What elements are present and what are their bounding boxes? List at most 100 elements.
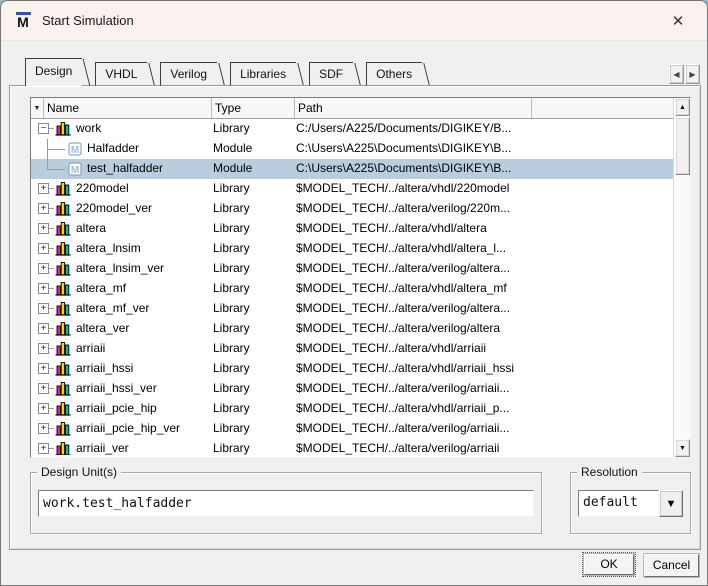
resolution-group: Resolution default ▼: [570, 472, 691, 534]
cell-path: $MODEL_TECH/../altera/verilog/220m...: [296, 201, 670, 215]
table-row[interactable]: + M altera_lnsim Library $MODEL_TECH/../…: [31, 239, 673, 259]
table-row[interactable]: + M arriaii_ver Library $MODEL_TECH/../a…: [31, 439, 673, 455]
column-header-type[interactable]: Type: [212, 98, 295, 118]
table-row[interactable]: + M arriaii_hssi Library $MODEL_TECH/../…: [31, 359, 673, 379]
design-unit-label: Design Unit(s): [37, 465, 121, 479]
tab-bar: Design VHDL Verilog Libraries SDF Others: [25, 58, 435, 86]
ok-button[interactable]: OK: [584, 554, 634, 575]
tree-expander[interactable]: +: [38, 243, 49, 254]
tree-expander[interactable]: +: [38, 323, 49, 334]
cell-name: altera_mf: [76, 281, 211, 295]
cell-type: Library: [213, 181, 293, 195]
column-header-path[interactable]: Path: [295, 98, 532, 118]
cell-type: Module: [213, 161, 293, 175]
tab-vhdl[interactable]: VHDL: [95, 62, 147, 86]
cell-name: arriaii_ver: [76, 441, 211, 455]
library-icon: [55, 441, 71, 455]
tree-expander[interactable]: +: [38, 183, 49, 194]
tree-expander[interactable]: +: [38, 223, 49, 234]
tab-others[interactable]: Others: [366, 62, 422, 86]
filter-icon[interactable]: ▼: [31, 98, 44, 118]
table-row[interactable]: + M arriaii Library $MODEL_TECH/../alter…: [31, 339, 673, 359]
modelsim-logo-icon: M: [14, 12, 32, 30]
tab-verilog[interactable]: Verilog: [160, 62, 217, 86]
cell-name: arriaii_hssi_ver: [76, 381, 211, 395]
table-row[interactable]: M test_halfadder Module C:\Users\A225\Do…: [31, 159, 673, 179]
vertical-scrollbar[interactable]: ▲ ▼: [673, 98, 690, 457]
cell-name: altera: [76, 221, 211, 235]
design-unit-input[interactable]: [38, 490, 534, 517]
design-unit-group: Design Unit(s): [30, 472, 542, 534]
cell-name: Halfadder: [87, 141, 211, 155]
ok-button-focus-ring: OK: [582, 552, 636, 577]
tree-expander[interactable]: +: [38, 443, 49, 454]
close-icon[interactable]: ✕: [663, 9, 693, 33]
table-row[interactable]: + M altera_mf Library $MODEL_TECH/../alt…: [31, 279, 673, 299]
cell-path: $MODEL_TECH/../altera/verilog/altera...: [296, 301, 670, 315]
cell-path: $MODEL_TECH/../altera/verilog/arriaii...: [296, 381, 670, 395]
cell-path: $MODEL_TECH/../altera/verilog/arriaii...: [296, 421, 670, 435]
table-row[interactable]: + M altera_ver Library $MODEL_TECH/../al…: [31, 319, 673, 339]
scroll-up-icon[interactable]: ▲: [675, 98, 690, 116]
tab-sdf[interactable]: SDF: [309, 62, 353, 86]
tab-scroll-left-icon[interactable]: ◀: [669, 64, 684, 84]
tree-expander[interactable]: +: [38, 383, 49, 394]
resolution-value[interactable]: default: [578, 490, 659, 517]
table-row[interactable]: M Halfadder Module C:\Users\A225\Documen…: [31, 139, 673, 159]
library-icon: [55, 281, 71, 297]
tree-expander[interactable]: −: [38, 123, 49, 134]
design-tab-panel: ▼ Name Type Path − M work Library: [9, 85, 701, 550]
cell-name: altera_lnsim: [76, 241, 211, 255]
scroll-down-icon[interactable]: ▼: [675, 439, 690, 457]
resolution-combobox[interactable]: default ▼: [578, 490, 683, 517]
table-row[interactable]: − M work Library C:/Users/A225/Documents…: [31, 119, 673, 139]
svg-text:M: M: [71, 145, 79, 156]
column-header-name[interactable]: Name: [44, 98, 212, 118]
library-icon: [55, 261, 71, 277]
cell-name: altera_mf_ver: [76, 301, 211, 315]
tree-expander[interactable]: +: [38, 263, 49, 274]
tab-scroll-right-icon[interactable]: ▶: [685, 64, 700, 84]
cell-type: Library: [213, 361, 293, 375]
table-row[interactable]: + M altera Library $MODEL_TECH/../altera…: [31, 219, 673, 239]
cell-path: $MODEL_TECH/../altera/vhdl/altera: [296, 221, 670, 235]
tree-expander[interactable]: +: [38, 303, 49, 314]
cell-type: Library: [213, 301, 293, 315]
titlebar: M Start Simulation ✕: [1, 1, 707, 41]
tree-expander[interactable]: +: [38, 203, 49, 214]
table-row[interactable]: + M 220model Library $MODEL_TECH/../alte…: [31, 179, 673, 199]
dialog-title: Start Simulation: [42, 13, 134, 28]
tree-expander[interactable]: +: [38, 283, 49, 294]
tree-expander[interactable]: +: [38, 343, 49, 354]
dropdown-arrow-icon[interactable]: ▼: [659, 490, 683, 517]
tree-connector: [47, 159, 48, 169]
cell-name: altera_lnsim_ver: [76, 261, 211, 275]
tree-connector: [47, 169, 65, 170]
tree-expander[interactable]: +: [38, 363, 49, 374]
tab-libraries[interactable]: Libraries: [230, 62, 296, 86]
table-row[interactable]: + M arriaii_pcie_hip Library $MODEL_TECH…: [31, 399, 673, 419]
cell-type: Library: [213, 401, 293, 415]
table-row[interactable]: + M arriaii_pcie_hip_ver Library $MODEL_…: [31, 419, 673, 439]
cell-name: arriaii_pcie_hip: [76, 401, 211, 415]
cell-path: C:\Users\A225\Documents\DIGIKEY\B...: [296, 141, 670, 155]
tree-connector: [47, 149, 65, 150]
table-row[interactable]: + M 220model_ver Library $MODEL_TECH/../…: [31, 199, 673, 219]
library-icon: [55, 401, 71, 417]
resolution-label: Resolution: [577, 465, 642, 479]
table-body: − M work Library C:/Users/A225/Documents…: [31, 119, 673, 455]
table-row[interactable]: + M arriaii_hssi_ver Library $MODEL_TECH…: [31, 379, 673, 399]
cancel-button[interactable]: Cancel: [644, 554, 699, 577]
cell-type: Library: [213, 381, 293, 395]
scrollbar-thumb[interactable]: [675, 117, 690, 175]
tree-expander[interactable]: +: [38, 423, 49, 434]
svg-text:M: M: [71, 165, 79, 176]
cell-path: $MODEL_TECH/../altera/vhdl/220model: [296, 181, 670, 195]
cell-path: $MODEL_TECH/../altera/verilog/arriaii: [296, 441, 670, 455]
tab-design[interactable]: Design: [25, 58, 82, 86]
cell-name: 220model: [76, 181, 211, 195]
table-row[interactable]: + M altera_lnsim_ver Library $MODEL_TECH…: [31, 259, 673, 279]
tree-expander[interactable]: +: [38, 403, 49, 414]
table-row[interactable]: + M altera_mf_ver Library $MODEL_TECH/..…: [31, 299, 673, 319]
cell-type: Library: [213, 421, 293, 435]
